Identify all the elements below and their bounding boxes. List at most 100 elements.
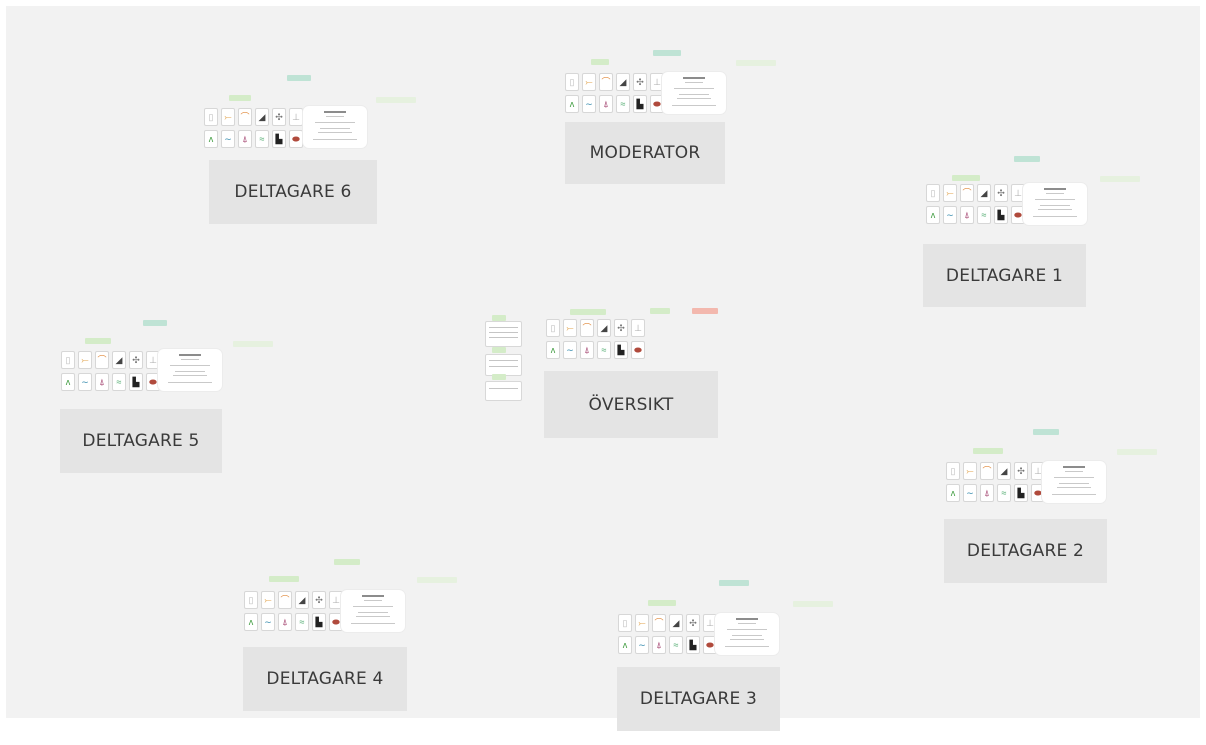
factory-icon[interactable]: ▙ [312,613,326,631]
plant-icon[interactable]: ᴧ [565,95,579,113]
fish-icon[interactable]: ⤚ [635,614,649,632]
wave-icon[interactable]: ≈ [597,341,611,359]
title-box-participant-4[interactable]: DELTAGARE 4 [243,647,407,711]
insect-icon[interactable]: ✣ [686,614,700,632]
title-box-overview[interactable]: ÖVERSIKT [544,371,718,438]
fish-icon[interactable]: ⤚ [78,351,92,369]
person-icon[interactable]: ⍋ [960,206,974,224]
mammal-icon[interactable]: ◢ [669,614,683,632]
page-icon[interactable]: ▯ [244,591,258,609]
bird-icon[interactable]: ⌒ [238,108,252,126]
sticky-note[interactable] [485,354,522,376]
flask-icon[interactable]: ⊥ [289,108,303,126]
wave-icon[interactable]: ≈ [255,130,269,148]
fish-icon[interactable]: ⤚ [261,591,275,609]
info-box[interactable] [302,105,368,149]
info-box[interactable] [714,612,780,656]
page-icon[interactable]: ▯ [546,319,560,337]
person-icon[interactable]: ⍋ [599,95,613,113]
person-icon[interactable]: ⍋ [580,341,594,359]
fish-icon[interactable]: ⤚ [943,184,957,202]
insect-icon[interactable]: ✣ [1014,462,1028,480]
person-icon[interactable]: ⍋ [278,613,292,631]
info-box[interactable] [340,589,406,633]
insect-icon[interactable]: ✣ [633,73,647,91]
insect-icon[interactable]: ✣ [272,108,286,126]
factory-icon[interactable]: ▙ [614,341,628,359]
person-icon[interactable]: ⍋ [652,636,666,654]
sticky-note[interactable] [485,381,522,401]
water-icon[interactable]: ∼ [78,373,92,391]
water-icon[interactable]: ∼ [635,636,649,654]
whiteboard-canvas[interactable]: ▯ ⤚ ⌒ ◢ ✣ ⊥ ᴧ ∼ ⍋ ≈ ▙ ⬬ MODERATOR ▯ ⤚ ⌒ ◢ ✣ ⊥ ᴧ ∼ ⍋ ≈ ▙ ⬬ DELT… [6,6,1200,731]
page-icon[interactable]: ▯ [618,614,632,632]
fish-icon[interactable]: ⤚ [963,462,977,480]
water-icon[interactable]: ∼ [582,95,596,113]
page-icon[interactable]: ▯ [565,73,579,91]
wave-icon[interactable]: ≈ [977,206,991,224]
mammal-icon[interactable]: ◢ [112,351,126,369]
mammal-icon[interactable]: ◢ [255,108,269,126]
bird-icon[interactable]: ⌒ [95,351,109,369]
insect-icon[interactable]: ✣ [129,351,143,369]
title-box-participant-5[interactable]: DELTAGARE 5 [60,409,222,473]
info-box[interactable] [1041,460,1107,504]
animal-icon[interactable]: ⬬ [289,130,303,148]
mammal-icon[interactable]: ◢ [997,462,1011,480]
sticky-note[interactable] [485,321,522,347]
page-icon[interactable]: ▯ [61,351,75,369]
fish-icon[interactable]: ⤚ [582,73,596,91]
water-icon[interactable]: ∼ [221,130,235,148]
factory-icon[interactable]: ▙ [129,373,143,391]
fish-icon[interactable]: ⤚ [221,108,235,126]
wave-icon[interactable]: ≈ [112,373,126,391]
plant-icon[interactable]: ᴧ [618,636,632,654]
bird-icon[interactable]: ⌒ [278,591,292,609]
wave-icon[interactable]: ≈ [616,95,630,113]
title-box-moderator[interactable]: MODERATOR [565,122,725,184]
plant-icon[interactable]: ᴧ [926,206,940,224]
mammal-icon[interactable]: ◢ [597,319,611,337]
plant-icon[interactable]: ᴧ [204,130,218,148]
title-box-participant-6[interactable]: DELTAGARE 6 [209,160,377,224]
plant-icon[interactable]: ᴧ [546,341,560,359]
wave-icon[interactable]: ≈ [669,636,683,654]
insect-icon[interactable]: ✣ [312,591,326,609]
title-box-participant-3[interactable]: DELTAGARE 3 [617,667,780,731]
bird-icon[interactable]: ⌒ [980,462,994,480]
wave-icon[interactable]: ≈ [997,484,1011,502]
factory-icon[interactable]: ▙ [1014,484,1028,502]
flask-icon[interactable]: ⊥ [631,319,645,337]
person-icon[interactable]: ⍋ [980,484,994,502]
water-icon[interactable]: ∼ [963,484,977,502]
water-icon[interactable]: ∼ [943,206,957,224]
factory-icon[interactable]: ▙ [686,636,700,654]
page-icon[interactable]: ▯ [926,184,940,202]
factory-icon[interactable]: ▙ [633,95,647,113]
factory-icon[interactable]: ▙ [994,206,1008,224]
animal-icon[interactable]: ⬬ [631,341,645,359]
bird-icon[interactable]: ⌒ [599,73,613,91]
bird-icon[interactable]: ⌒ [580,319,594,337]
mammal-icon[interactable]: ◢ [295,591,309,609]
fish-icon[interactable]: ⤚ [563,319,577,337]
water-icon[interactable]: ∼ [563,341,577,359]
page-icon[interactable]: ▯ [946,462,960,480]
title-box-participant-1[interactable]: DELTAGARE 1 [923,244,1086,307]
mammal-icon[interactable]: ◢ [977,184,991,202]
title-box-participant-2[interactable]: DELTAGARE 2 [944,519,1107,583]
water-icon[interactable]: ∼ [261,613,275,631]
page-icon[interactable]: ▯ [204,108,218,126]
insect-icon[interactable]: ✣ [994,184,1008,202]
plant-icon[interactable]: ᴧ [946,484,960,502]
person-icon[interactable]: ⍋ [95,373,109,391]
bird-icon[interactable]: ⌒ [652,614,666,632]
info-box[interactable] [661,71,727,115]
wave-icon[interactable]: ≈ [295,613,309,631]
person-icon[interactable]: ⍋ [238,130,252,148]
info-box[interactable] [1022,182,1088,226]
mammal-icon[interactable]: ◢ [616,73,630,91]
info-box[interactable] [157,348,223,392]
factory-icon[interactable]: ▙ [272,130,286,148]
plant-icon[interactable]: ᴧ [244,613,258,631]
